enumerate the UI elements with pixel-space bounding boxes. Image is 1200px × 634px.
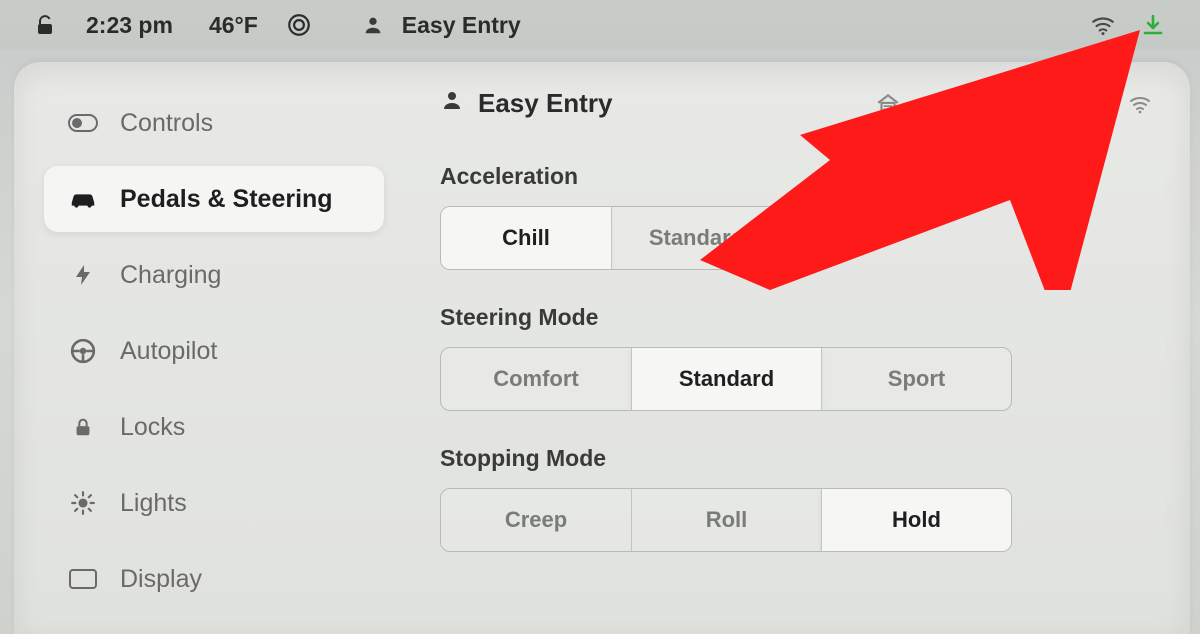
sidebar-item-label: Autopilot — [120, 337, 217, 366]
section-title: Stopping Mode — [440, 445, 1154, 472]
steering-option-comfort[interactable]: Comfort — [441, 348, 631, 410]
stopping-option-creep[interactable]: Creep — [441, 489, 631, 551]
section-title: Acceleration — [440, 163, 1154, 190]
acceleration-option-standard[interactable]: Standard — [611, 207, 781, 269]
sidebar-item-label: Locks — [120, 413, 185, 442]
sidebar-item-display[interactable]: Display — [44, 546, 384, 612]
lock-icon — [68, 412, 98, 442]
acceleration-segmented: Chill Standard — [440, 206, 782, 270]
target-icon[interactable] — [286, 12, 312, 38]
brightness-icon — [68, 488, 98, 518]
sidebar-item-label: Display — [120, 565, 202, 594]
wifi-icon[interactable] — [1126, 90, 1154, 118]
sidebar-item-label: Charging — [120, 261, 221, 290]
settings-main: Easy Entry Acceleration Ch — [404, 62, 1190, 634]
sidebar-item-pedals-steering[interactable]: Pedals & Steering — [44, 166, 384, 232]
main-header: Easy Entry — [440, 88, 1154, 119]
lock-open-icon — [32, 12, 58, 38]
sidebar-item-label: Pedals & Steering — [120, 185, 333, 214]
steering-wheel-icon — [68, 336, 98, 366]
wifi-icon[interactable] — [1090, 12, 1116, 38]
download-icon[interactable] — [1140, 12, 1166, 38]
status-profile-label[interactable]: Easy Entry — [402, 12, 521, 39]
section-steering-mode: Steering Mode Comfort Standard Sport — [440, 304, 1154, 411]
bolt-icon — [68, 260, 98, 290]
stopping-segmented: Creep Roll Hold — [440, 488, 1012, 552]
sidebar-item-label: Controls — [120, 109, 213, 138]
header-icons — [874, 90, 1154, 118]
settings-panel: Controls Pedals & Steering Charging Auto… — [14, 62, 1190, 634]
display-icon — [68, 564, 98, 594]
car-icon — [68, 184, 98, 214]
stopping-option-hold[interactable]: Hold — [821, 489, 1011, 551]
section-title: Steering Mode — [440, 304, 1154, 331]
stopping-option-roll[interactable]: Roll — [631, 489, 821, 551]
toggle-icon — [68, 108, 98, 138]
section-stopping-mode: Stopping Mode Creep Roll Hold — [440, 445, 1154, 552]
person-icon — [440, 88, 464, 119]
steering-option-standard[interactable]: Standard — [631, 348, 821, 410]
status-time: 2:23 pm — [86, 12, 173, 39]
settings-sidebar: Controls Pedals & Steering Charging Auto… — [14, 62, 404, 634]
sidebar-item-label: Lights — [120, 489, 187, 518]
bell-icon[interactable] — [958, 90, 986, 118]
profile-title: Easy Entry — [478, 88, 612, 119]
sidebar-item-autopilot[interactable]: Autopilot — [44, 318, 384, 384]
steering-option-sport[interactable]: Sport — [821, 348, 1011, 410]
person-icon[interactable] — [360, 12, 386, 38]
profile-selector[interactable]: Easy Entry — [440, 88, 612, 119]
homelink-icon[interactable] — [874, 90, 902, 118]
bluetooth-icon[interactable] — [1042, 90, 1070, 118]
section-acceleration: Acceleration Chill Standard — [440, 163, 1154, 270]
sidebar-item-controls[interactable]: Controls — [44, 90, 384, 156]
acceleration-option-chill[interactable]: Chill — [441, 207, 611, 269]
steering-segmented: Comfort Standard Sport — [440, 347, 1012, 411]
status-bar: 2:23 pm 46°F Easy Entry — [0, 0, 1200, 50]
sidebar-item-lights[interactable]: Lights — [44, 470, 384, 536]
sidebar-item-locks[interactable]: Locks — [44, 394, 384, 460]
status-temperature: 46°F — [209, 12, 258, 39]
sidebar-item-charging[interactable]: Charging — [44, 242, 384, 308]
